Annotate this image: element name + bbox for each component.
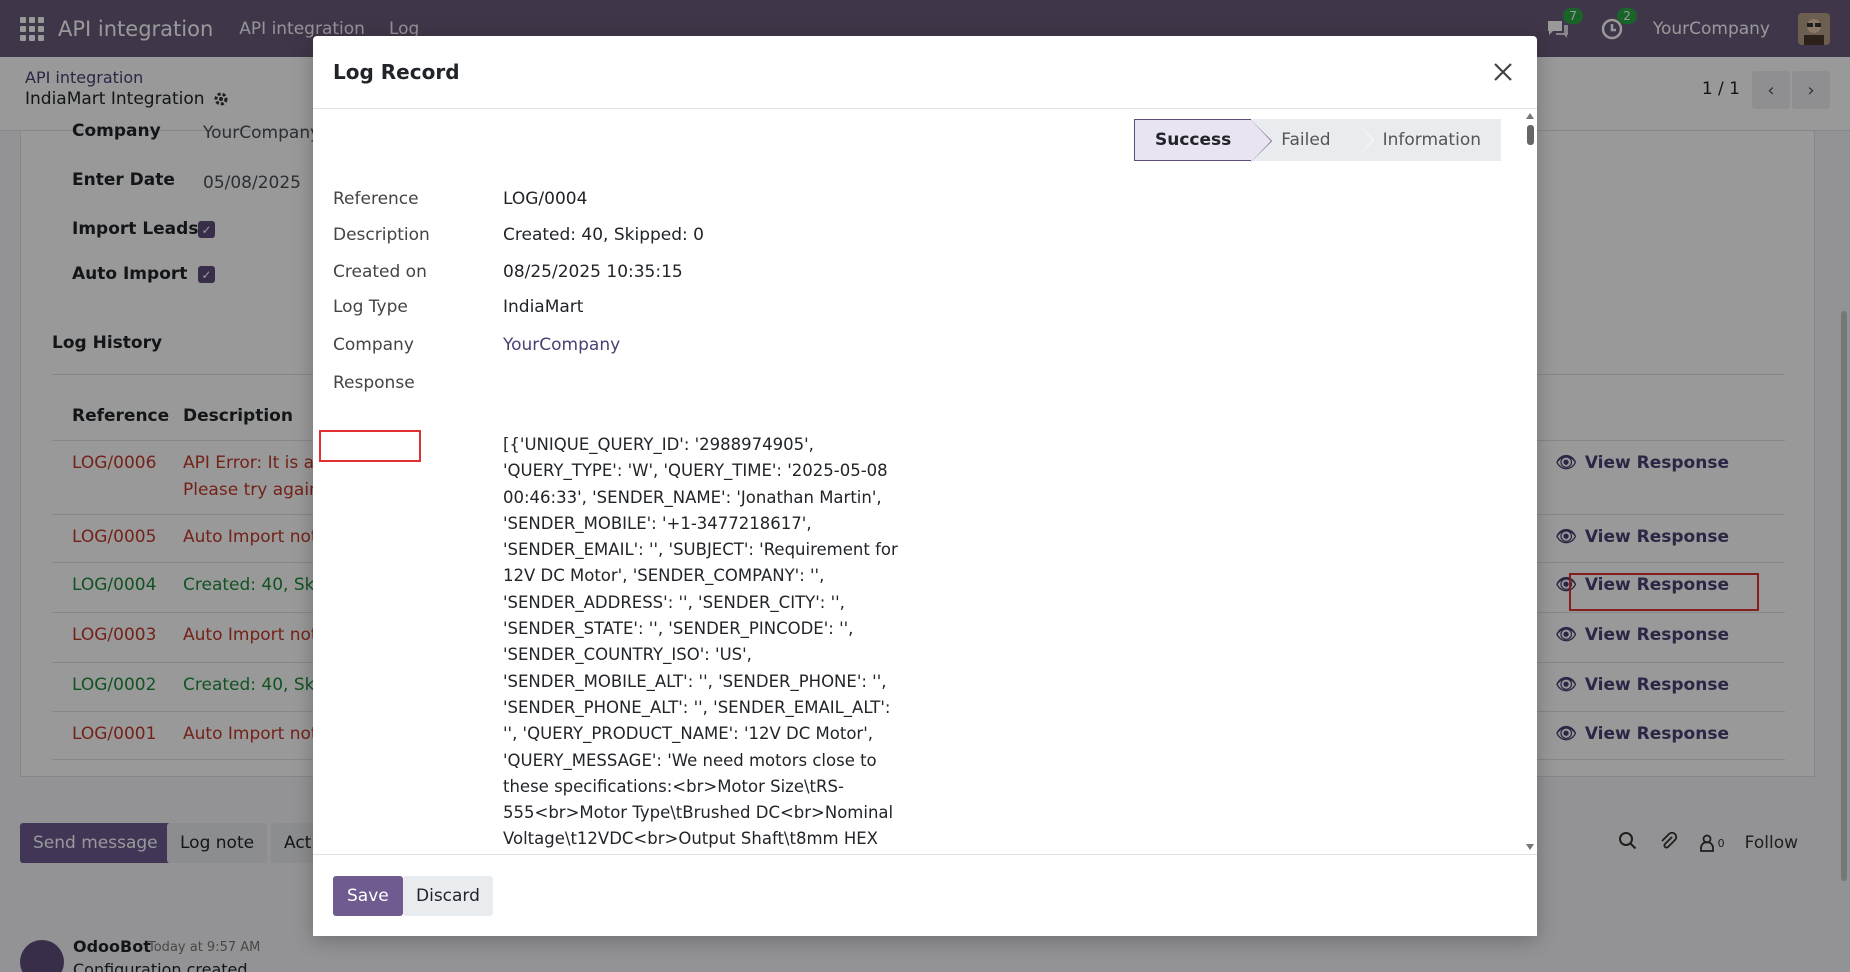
created-on-value[interactable]: 08/25/2025 10:35:15: [503, 262, 683, 282]
save-button[interactable]: Save: [333, 876, 403, 916]
discard-button[interactable]: Discard: [403, 876, 493, 916]
reference-value[interactable]: LOG/0004: [503, 189, 587, 209]
page-scrollbar[interactable]: [1838, 131, 1850, 972]
dialog-body: Success Failed Information Reference LOG…: [313, 109, 1537, 890]
status-bar: Success Failed Information: [1133, 119, 1501, 162]
dialog-header: Log Record: [313, 36, 1537, 109]
description-label: Description: [333, 225, 430, 245]
company-link[interactable]: YourCompany: [503, 335, 620, 355]
reference-label: Reference: [333, 189, 419, 209]
status-success-label: Success: [1154, 130, 1232, 150]
status-information-label: Information: [1382, 130, 1481, 150]
status-information[interactable]: Information: [1352, 119, 1501, 161]
company-label: Company: [333, 335, 414, 355]
log-type-label: Log Type: [333, 297, 408, 317]
response-value[interactable]: [{'UNIQUE_QUERY_ID': '2988974905', 'QUER…: [503, 432, 913, 890]
close-icon: [1494, 63, 1512, 81]
description-value[interactable]: Created: 40, Skipped: 0: [503, 225, 704, 245]
dialog-scrollbar[interactable]: [1523, 109, 1537, 854]
status-failed-label: Failed: [1281, 130, 1331, 150]
highlight-box: [319, 430, 421, 462]
status-success[interactable]: Success: [1133, 119, 1273, 162]
log-record-dialog: Log Record Success Failed Information Re…: [313, 36, 1537, 936]
response-label: Response: [333, 373, 415, 393]
dialog-footer: Save Discard: [313, 854, 1537, 936]
log-type-value[interactable]: IndiaMart: [503, 297, 583, 317]
created-on-label: Created on: [333, 262, 427, 282]
dialog-title: Log Record: [333, 60, 460, 84]
close-button[interactable]: [1489, 58, 1517, 86]
